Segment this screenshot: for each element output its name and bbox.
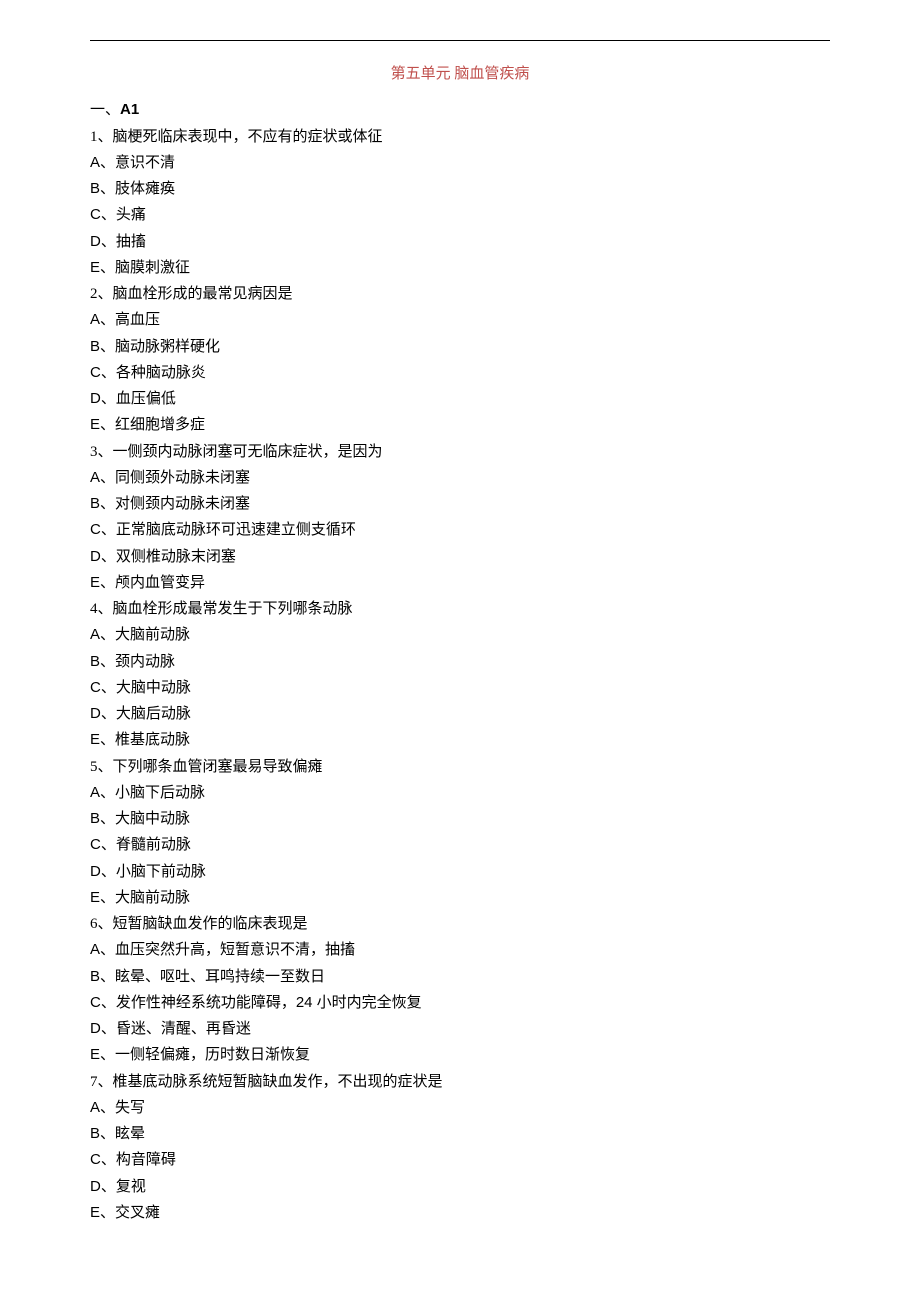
- option: E、脑膜刺激征: [90, 255, 830, 281]
- option: D、血压偏低: [90, 386, 830, 412]
- option: E、颅内血管变异: [90, 570, 830, 596]
- option: E、一侧轻偏瘫，历时数日渐恢复: [90, 1042, 830, 1068]
- question: 7、椎基底动脉系统短暂脑缺血发作，不出现的症状是: [90, 1069, 830, 1095]
- option: A、意识不清: [90, 150, 830, 176]
- option: C、各种脑动脉炎: [90, 360, 830, 386]
- option: C、构音障碍: [90, 1147, 830, 1173]
- option: B、颈内动脉: [90, 649, 830, 675]
- option: E、红细胞增多症: [90, 412, 830, 438]
- option: B、脑动脉粥样硬化: [90, 334, 830, 360]
- option: D、复视: [90, 1174, 830, 1200]
- option: B、对侧颈内动脉未闭塞: [90, 491, 830, 517]
- option: B、眩晕、呕吐、耳鸣持续一至数日: [90, 964, 830, 990]
- question: 5、下列哪条血管闭塞最易导致偏瘫: [90, 754, 830, 780]
- option: C、大脑中动脉: [90, 675, 830, 701]
- option: C、发作性神经系统功能障碍，24 小时内完全恢复: [90, 990, 830, 1016]
- question: 4、脑血栓形成最常发生于下列哪条动脉: [90, 596, 830, 622]
- option: D、双侧椎动脉末闭塞: [90, 544, 830, 570]
- option: A、失写: [90, 1095, 830, 1121]
- option: D、昏迷、清醒、再昏迷: [90, 1016, 830, 1042]
- option: A、小脑下后动脉: [90, 780, 830, 806]
- option: A、同侧颈外动脉未闭塞: [90, 465, 830, 491]
- questions-container: 1、脑梗死临床表现中，不应有的症状或体征A、意识不清B、肢体瘫痪C、头痛D、抽搐…: [90, 124, 830, 1227]
- option: E、椎基底动脉: [90, 727, 830, 753]
- option: C、正常脑底动脉环可迅速建立侧支循环: [90, 517, 830, 543]
- page-title: 第五单元 脑血管疾病: [90, 61, 830, 87]
- question: 3、一侧颈内动脉闭塞可无临床症状，是因为: [90, 439, 830, 465]
- section-label: A1: [120, 101, 139, 118]
- section-header: 一、A1: [90, 97, 830, 123]
- option: B、眩晕: [90, 1121, 830, 1147]
- top-rule: [90, 40, 830, 41]
- question: 1、脑梗死临床表现中，不应有的症状或体征: [90, 124, 830, 150]
- option: A、大脑前动脉: [90, 622, 830, 648]
- section-prefix: 一、: [90, 102, 120, 118]
- question: 6、短暂脑缺血发作的临床表现是: [90, 911, 830, 937]
- option: E、大脑前动脉: [90, 885, 830, 911]
- option: C、脊髓前动脉: [90, 832, 830, 858]
- option: B、肢体瘫痪: [90, 176, 830, 202]
- question: 2、脑血栓形成的最常见病因是: [90, 281, 830, 307]
- option: B、大脑中动脉: [90, 806, 830, 832]
- option: A、高血压: [90, 307, 830, 333]
- option: D、大脑后动脉: [90, 701, 830, 727]
- option: E、交叉瘫: [90, 1200, 830, 1226]
- option: D、小脑下前动脉: [90, 859, 830, 885]
- option: A、血压突然升高，短暂意识不清，抽搐: [90, 937, 830, 963]
- option: D、抽搐: [90, 229, 830, 255]
- option: C、头痛: [90, 202, 830, 228]
